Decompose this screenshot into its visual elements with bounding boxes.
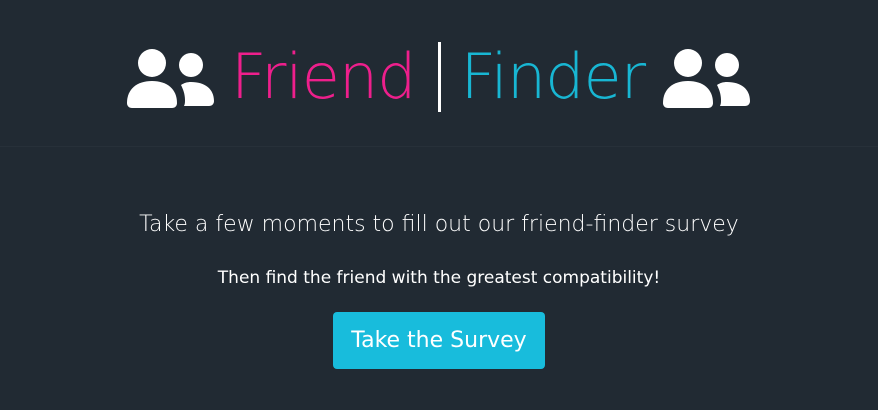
take-survey-button[interactable]: Take the Survey: [333, 312, 545, 369]
page-header: Friend Finder: [0, 0, 878, 147]
users-icon: [661, 45, 753, 109]
title-friend: Friend: [230, 40, 417, 113]
title-finder: Finder: [460, 40, 647, 113]
survey-tagline: Take a few moments to fill out our frien…: [139, 212, 739, 237]
users-icon: [125, 45, 217, 109]
title-divider: [437, 42, 441, 112]
page-title: Friend Finder: [0, 32, 878, 122]
compatibility-subtitle: Then find the friend with the greatest c…: [217, 268, 661, 288]
